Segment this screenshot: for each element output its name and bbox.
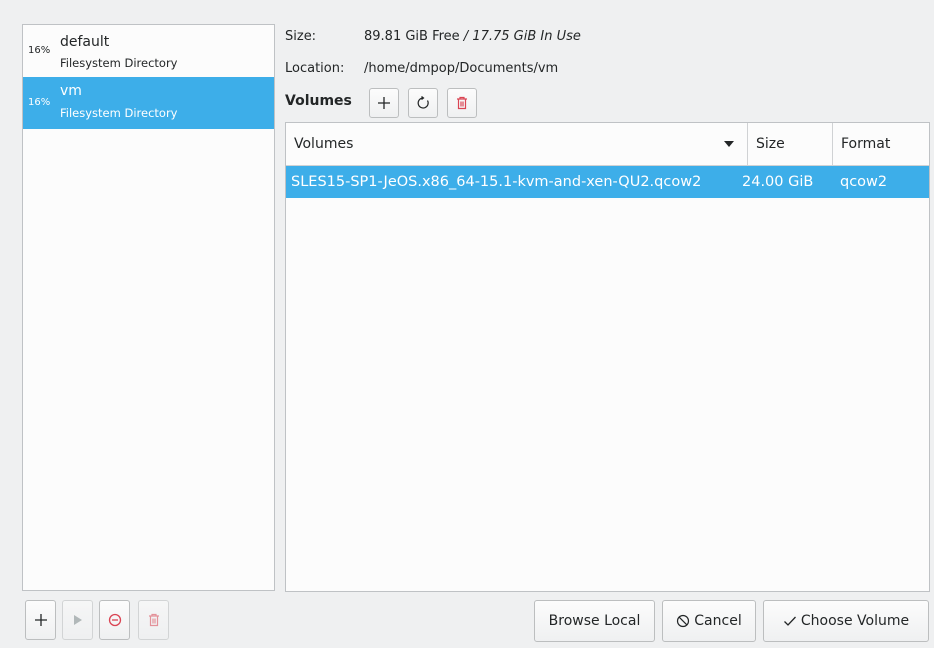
choose-volume-label: Choose Volume [800,613,910,629]
volumes-heading: Volumes [285,93,352,109]
location-label: Location: [285,61,345,76]
column-header-volumes[interactable]: Volumes [286,123,746,165]
table-row[interactable]: SLES15-SP1-JeOS.x86_64-15.1-kvm-and-xen-… [286,166,929,198]
refresh-volumes-button[interactable] [408,88,438,118]
pool-usage-percent: 16% [28,45,51,56]
pool-item-default[interactable]: 16% default Filesystem Directory [23,25,274,77]
storage-pool-list[interactable]: 16% default Filesystem Directory 16% vm … [22,24,275,591]
pool-name: default [60,34,110,50]
choose-volume-button[interactable]: Choose Volume [763,600,929,642]
delete-pool-button[interactable] [138,600,169,640]
column-header-label: Format [841,136,891,152]
add-pool-button[interactable] [25,600,56,640]
size-label: Size: [285,29,317,44]
cancel-icon [677,614,690,628]
pool-type: Filesystem Directory [60,106,178,120]
play-icon [73,615,82,625]
volume-format-cell: qcow2 [840,174,888,190]
location-value: /home/dmpop/Documents/vm [364,61,559,76]
stop-icon [108,613,121,627]
size-value: 89.81 GiB Free / 17.75 GiB In Use [364,29,581,44]
delete-volume-button[interactable] [447,88,477,118]
delete-icon [148,613,159,627]
pool-name: vm [60,83,82,99]
volumes-table[interactable]: Volumes Size Format SLES15-SP1-JeOS.x86_… [285,122,930,592]
volume-size-cell: 24.00 GiB [742,174,814,190]
add-icon [34,614,47,626]
volume-name-cell: SLES15-SP1-JeOS.x86_64-15.1-kvm-and-xen-… [291,174,702,190]
column-header-format[interactable]: Format [833,123,929,165]
refresh-icon [417,96,429,109]
cancel-button[interactable]: Cancel [662,600,756,642]
browse-local-button[interactable]: Browse Local [534,600,655,642]
add-icon [378,97,390,109]
cancel-label: Cancel [694,613,742,629]
size-separator: / [459,29,473,44]
stop-pool-button[interactable] [99,600,130,640]
checkmark-icon [783,616,796,626]
delete-icon [457,96,467,110]
start-pool-button[interactable] [62,600,93,640]
sort-arrow-icon [724,141,734,147]
pool-type: Filesystem Directory [60,56,178,70]
column-header-size[interactable]: Size [748,123,832,165]
browse-local-label: Browse Local [548,613,641,629]
column-header-label: Size [756,136,785,152]
pool-item-vm[interactable]: 16% vm Filesystem Directory [23,77,274,129]
add-volume-button[interactable] [369,88,399,118]
column-header-label: Volumes [294,136,354,152]
size-free: 89.81 GiB Free [364,29,460,44]
pool-usage-percent: 16% [28,97,51,108]
size-in-use: 17.75 GiB In Use [472,29,581,44]
